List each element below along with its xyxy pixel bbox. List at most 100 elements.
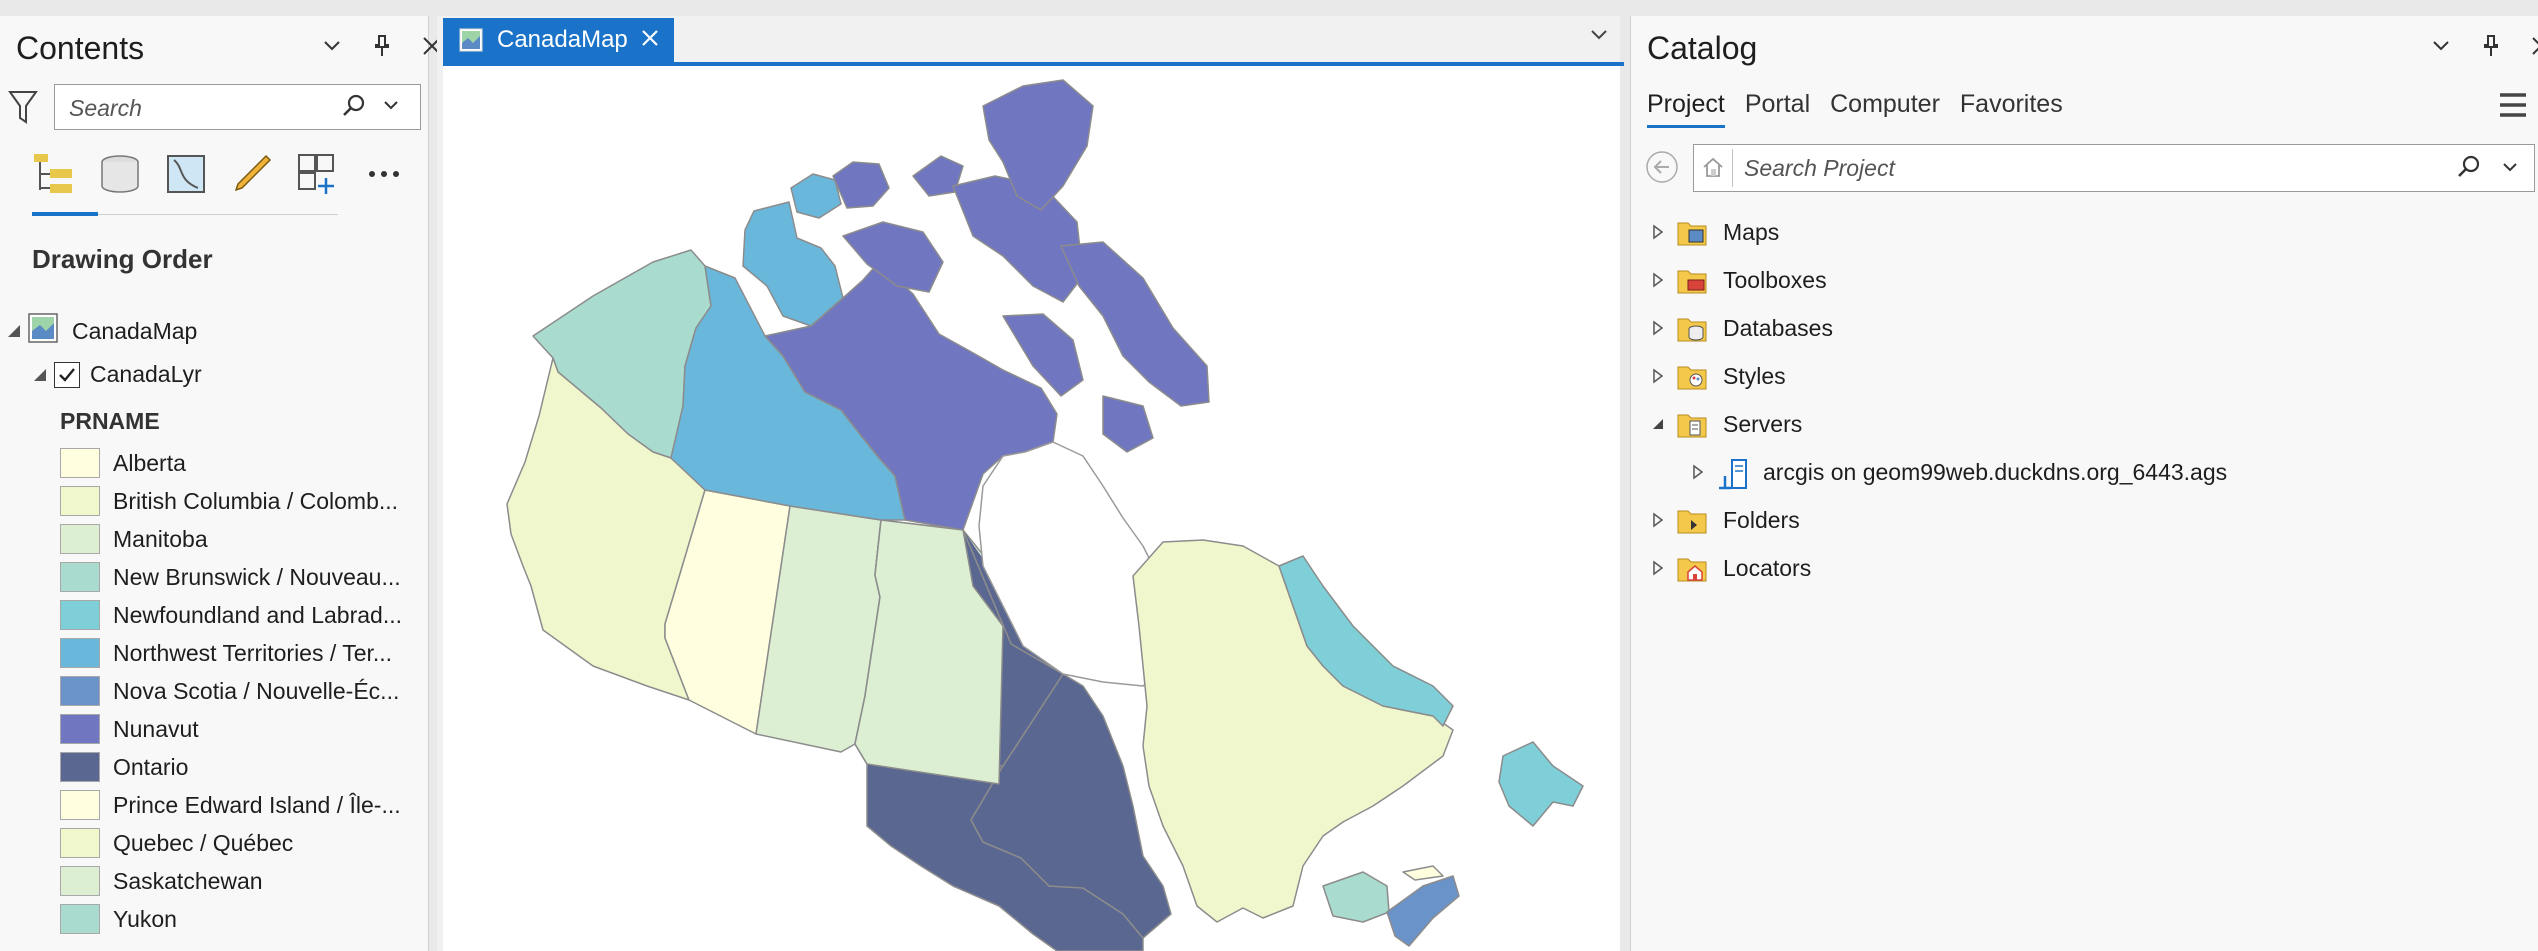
legend-item[interactable]: Yukon (60, 900, 413, 938)
legend-swatch[interactable] (60, 562, 100, 592)
expand-triangle-icon[interactable] (1647, 224, 1669, 240)
legend-swatch[interactable] (60, 828, 100, 858)
layer-tree-node[interactable]: CanadaLyr (34, 361, 202, 388)
legend-label: Newfoundland and Labrad... (113, 601, 402, 628)
map-icon (28, 313, 58, 349)
list-by-selection-icon[interactable] (164, 150, 208, 198)
search-icon[interactable] (341, 93, 367, 124)
catalog-item-server-connection[interactable]: arcgis on geom99web.duckdns.org_6443.ags (1687, 452, 2227, 492)
search-placeholder: Search Project (1744, 155, 1895, 181)
new-brunswick-province (1322, 871, 1390, 923)
menu-icon[interactable] (2499, 92, 2527, 123)
pin-icon[interactable] (368, 32, 396, 60)
tab-favorites[interactable]: Favorites (1960, 90, 2063, 128)
catalog-item-styles[interactable]: Styles (1647, 356, 1786, 396)
nwt-island (790, 173, 842, 219)
legend-swatch[interactable] (60, 486, 100, 516)
legend-item[interactable]: Northwest Territories / Ter... (60, 634, 413, 672)
catalog-item-maps[interactable]: Maps (1647, 212, 1779, 252)
legend-item[interactable]: Nunavut (60, 710, 413, 748)
contents-pane: Contents Search Drawing Order CanadaMap … (0, 16, 441, 951)
collapse-triangle-icon[interactable] (1647, 417, 1669, 431)
close-icon[interactable] (638, 26, 662, 57)
catalog-item-label: Maps (1723, 218, 1780, 245)
legend-swatch[interactable] (60, 448, 100, 478)
canada-map-graphic (506, 79, 1584, 951)
legend-item[interactable]: Alberta (60, 444, 413, 482)
close-icon[interactable] (2527, 32, 2538, 60)
legend-item[interactable]: Nova Scotia / Nouvelle-Éc... (60, 672, 413, 710)
catalog-search-input[interactable]: Search Project (1693, 144, 2535, 192)
databases-folder-icon (1677, 314, 1707, 342)
tab-portal[interactable]: Portal (1745, 90, 1810, 128)
catalog-item-label: Locators (1723, 554, 1812, 581)
catalog-item-databases[interactable]: Databases (1647, 308, 1833, 348)
expand-triangle-icon[interactable] (1647, 368, 1669, 384)
legend-swatch[interactable] (60, 790, 100, 820)
legend-item[interactable]: Quebec / Québec (60, 824, 413, 862)
legend-item[interactable]: Prince Edward Island / Île-... (60, 786, 413, 824)
chevron-down-icon[interactable] (318, 32, 346, 60)
legend-label: Yukon (113, 905, 177, 932)
catalog-item-label: Toolboxes (1723, 266, 1827, 293)
search-options-chevron-icon[interactable] (383, 95, 399, 122)
layer-visibility-checkbox[interactable] (54, 361, 80, 388)
expand-triangle-icon[interactable] (1687, 464, 1709, 480)
list-by-drawing-order-icon[interactable] (32, 150, 76, 198)
search-icon[interactable] (2456, 154, 2482, 185)
expand-triangle-icon[interactable] (1647, 512, 1669, 528)
legend-swatch[interactable] (60, 752, 100, 782)
legend-item[interactable]: New Brunswick / Nouveau... (60, 558, 413, 596)
home-icon[interactable] (1702, 156, 1724, 183)
arcgis-pro-window: Contents Search Drawing Order CanadaMap … (0, 0, 2538, 951)
legend-swatch[interactable] (60, 676, 100, 706)
list-by-snapping-icon[interactable] (296, 150, 340, 198)
expand-triangle-icon[interactable] (1647, 320, 1669, 336)
legend-swatch[interactable] (60, 714, 100, 744)
legend-label: Manitoba (113, 525, 208, 552)
nunavut-island (1060, 241, 1210, 407)
legend-swatch[interactable] (60, 638, 100, 668)
nova-scotia-province (1386, 875, 1460, 947)
legend-item[interactable]: Ontario (60, 748, 413, 786)
catalog-item-servers[interactable]: Servers (1647, 404, 1802, 444)
map-tree-node[interactable]: CanadaMap (8, 313, 197, 349)
contents-search-input[interactable]: Search (54, 84, 421, 130)
tab-canadamap[interactable]: CanadaMap (443, 18, 674, 62)
legend-label: British Columbia / Colomb... (113, 487, 399, 514)
catalog-item-locators[interactable]: Locators (1647, 548, 1811, 588)
list-by-editing-icon[interactable] (230, 150, 274, 198)
legend-swatch[interactable] (60, 524, 100, 554)
catalog-item-label: Databases (1723, 314, 1833, 341)
prince-edward-island-province (1402, 865, 1444, 881)
newfoundland-island (1498, 741, 1584, 827)
legend-item[interactable]: Saskatchewan (60, 862, 413, 900)
catalog-item-toolboxes[interactable]: Toolboxes (1647, 260, 1827, 300)
expand-triangle-icon[interactable] (1647, 272, 1669, 288)
legend-item[interactable]: Newfoundland and Labrad... (60, 596, 413, 634)
chevron-down-icon[interactable] (1590, 28, 1608, 46)
chevron-down-icon[interactable] (2427, 32, 2455, 60)
legend-swatch[interactable] (60, 866, 100, 896)
catalog-item-folders[interactable]: Folders (1647, 500, 1800, 540)
more-options-icon[interactable] (362, 150, 406, 198)
tab-computer[interactable]: Computer (1830, 90, 1940, 128)
symbology-field-heading: PRNAME (60, 408, 160, 434)
legend-swatch[interactable] (60, 600, 100, 630)
servers-folder-icon (1677, 410, 1707, 438)
layer-name-label: CanadaLyr (90, 361, 202, 387)
legend-swatch[interactable] (60, 904, 100, 934)
back-arrow-icon[interactable] (1645, 150, 1679, 189)
collapse-triangle-icon[interactable] (34, 368, 46, 381)
tab-project[interactable]: Project (1647, 90, 1725, 128)
list-by-source-icon[interactable] (98, 150, 142, 198)
legend-item[interactable]: Manitoba (60, 520, 413, 558)
map-canvas[interactable] (443, 66, 1620, 951)
collapse-triangle-icon[interactable] (8, 325, 20, 337)
expand-triangle-icon[interactable] (1647, 560, 1669, 576)
search-options-chevron-icon[interactable] (2502, 157, 2518, 184)
filter-icon[interactable] (8, 90, 40, 130)
maps-folder-icon (1677, 218, 1707, 246)
pin-icon[interactable] (2477, 32, 2505, 60)
legend-item[interactable]: British Columbia / Colomb... (60, 482, 413, 520)
